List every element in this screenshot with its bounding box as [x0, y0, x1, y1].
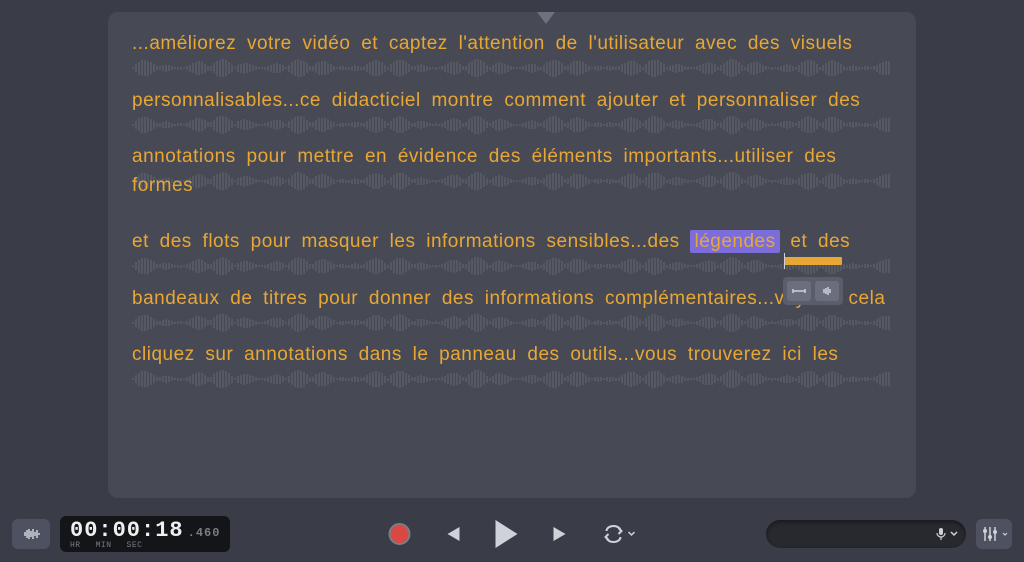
transcript-line[interactable]: annotations pour mettre en évidence des …: [132, 143, 892, 200]
transcript-text[interactable]: bandeaux de titres pour donner des infor…: [132, 288, 885, 309]
timecode-ms: .460: [188, 527, 221, 539]
line-waveform: [132, 313, 892, 333]
next-button[interactable]: [551, 523, 573, 545]
transcript-line[interactable]: et des flots pour masquer les informatio…: [132, 228, 892, 257]
selected-word[interactable]: légendes: [690, 230, 779, 253]
loop-button[interactable]: [603, 525, 636, 543]
line-waveform: [132, 171, 892, 191]
mic-dropdown[interactable]: [935, 527, 958, 541]
transcript-line[interactable]: personnalisables...ce didacticiel montre…: [132, 87, 892, 116]
timecode-seconds: 18: [155, 520, 183, 542]
previous-button[interactable]: [441, 523, 463, 545]
chevron-down-icon: [950, 531, 958, 537]
timecode-hours: 00: [70, 520, 98, 542]
transport-controls: [389, 520, 636, 548]
selection-toolbar: [783, 277, 843, 305]
play-button[interactable]: [493, 520, 521, 548]
chevron-down-icon: [1002, 532, 1008, 537]
transcript-text[interactable]: ...améliorez votre vidéo et captez l'att…: [132, 33, 852, 54]
transcript-segment[interactable]: et des: [780, 231, 851, 252]
transcript-line[interactable]: ...améliorez votre vidéo et captez l'att…: [132, 30, 892, 59]
transcript-text[interactable]: cliquez sur annotations dans le panneau …: [132, 344, 838, 365]
microphone-icon: [935, 527, 947, 541]
line-waveform: [132, 115, 892, 135]
transcript-text[interactable]: et des flots pour masquer les informatio…: [132, 230, 850, 253]
skip-back-icon: [442, 525, 462, 543]
timecode-label-hr: HR: [70, 542, 81, 550]
transcript-line[interactable]: bandeaux de titres pour donner des infor…: [132, 285, 892, 314]
timecode-label-min: MIN: [96, 542, 112, 550]
transcript-segment[interactable]: et des flots pour masquer les informatio…: [132, 231, 690, 252]
audio-level-meter[interactable]: [766, 520, 966, 548]
right-controls: [766, 519, 1012, 549]
play-icon: [496, 520, 518, 548]
line-waveform: [132, 58, 892, 78]
selection-waveform: [784, 257, 842, 265]
timecode-display[interactable]: 00:00:18.460 HR MIN SEC: [60, 516, 230, 552]
mixer-button[interactable]: [976, 519, 1012, 549]
audio-selection-button[interactable]: [815, 281, 839, 301]
trim-selection-button[interactable]: [787, 281, 811, 301]
timecode-minutes: 00: [113, 520, 141, 542]
skip-forward-icon: [552, 525, 572, 543]
line-waveform: [132, 256, 892, 276]
line-waveform: [132, 369, 892, 389]
timecode-label-sec: SEC: [127, 542, 143, 550]
transcript-line[interactable]: cliquez sur annotations dans le panneau …: [132, 341, 892, 370]
sliders-icon: [981, 526, 999, 542]
loop-icon: [603, 525, 625, 543]
transcript-panel: ...améliorez votre vidéo et captez l'att…: [108, 12, 916, 498]
waveform-toggle-button[interactable]: [12, 519, 50, 549]
waveform-icon: [21, 527, 41, 541]
chevron-down-icon: [628, 531, 636, 537]
playback-toolbar: 00:00:18.460 HR MIN SEC: [0, 506, 1024, 562]
record-button[interactable]: [389, 523, 411, 545]
transcript-text[interactable]: personnalisables...ce didacticiel montre…: [132, 90, 860, 111]
